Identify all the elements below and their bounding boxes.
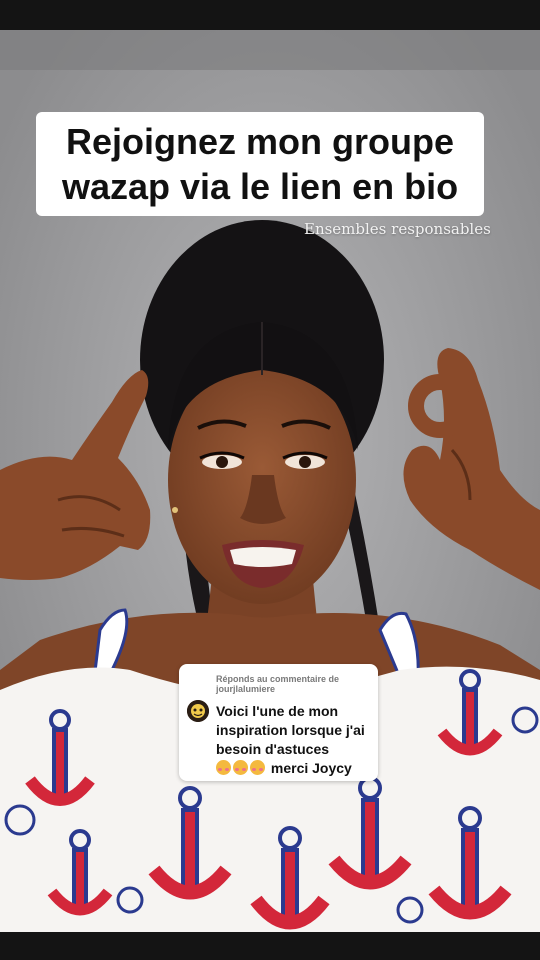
screen: Rejoignez mon groupe wazap via le lien e… xyxy=(0,0,540,960)
caption-text: Rejoignez mon groupe wazap via le lien e… xyxy=(61,121,459,207)
reply-comment-tail: merci Joycy xyxy=(270,760,352,776)
reply-comment: Voici l'une de mon inspiration lorsque j… xyxy=(216,702,374,778)
smiling-face-with-hearts-icon xyxy=(250,760,265,775)
caption-banner: Rejoignez mon groupe wazap via le lien e… xyxy=(36,112,484,216)
avatar-image xyxy=(187,700,209,722)
bottom-letterbox xyxy=(0,932,540,960)
commenter-avatar xyxy=(187,700,209,722)
reply-header: Réponds au commentaire de jourjlalumiere xyxy=(216,674,340,694)
reply-comment-text: Voici l'une de mon inspiration lorsque j… xyxy=(216,703,365,757)
comment-reply-card[interactable]: Réponds au commentaire de jourjlalumiere… xyxy=(179,664,378,781)
smiling-face-with-hearts-icon xyxy=(216,760,231,775)
subtitle-text: Ensembles responsables xyxy=(304,220,491,238)
smiling-face-with-hearts-icon xyxy=(233,760,248,775)
top-letterbox xyxy=(0,0,540,30)
video-player[interactable]: Rejoignez mon groupe wazap via le lien e… xyxy=(0,30,540,932)
